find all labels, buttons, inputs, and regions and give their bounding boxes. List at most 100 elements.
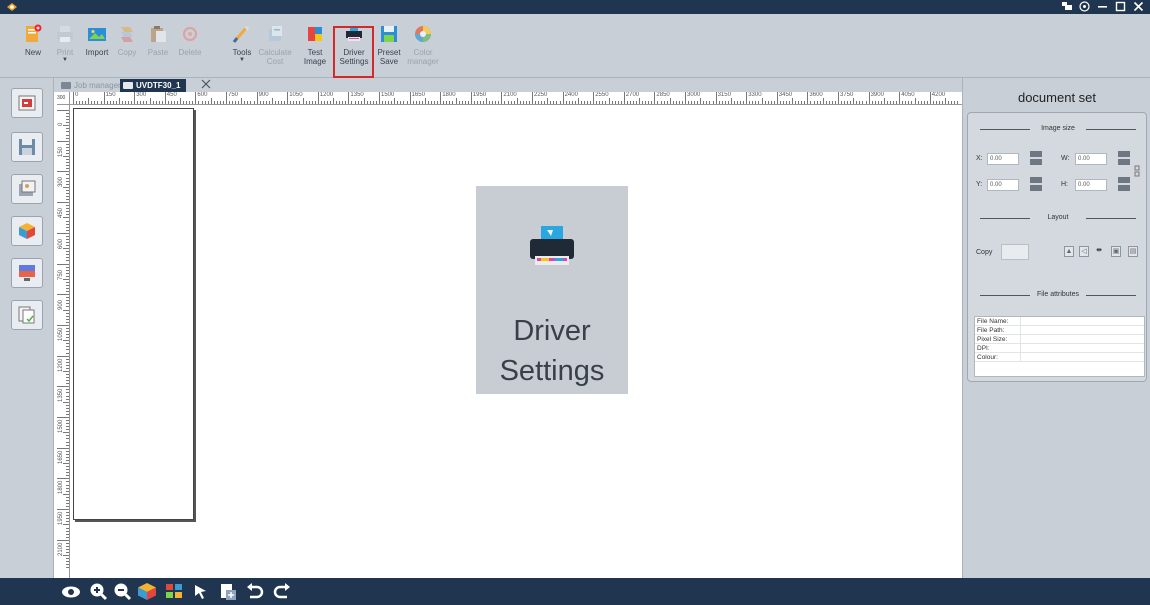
ruler-tick xyxy=(434,101,436,104)
grid-layout-icon[interactable] xyxy=(164,582,184,601)
ruler-tick xyxy=(66,128,69,130)
ruler-tick xyxy=(66,189,69,191)
copy-button[interactable]: Copy xyxy=(110,18,144,57)
ruler-tick xyxy=(63,156,69,158)
ruler-tick xyxy=(232,101,234,104)
zoom-in-icon[interactable] xyxy=(88,582,108,601)
y-stepper-icon[interactable] xyxy=(1030,177,1042,191)
h-stepper-icon[interactable] xyxy=(1118,177,1130,191)
ruler-tick xyxy=(66,229,69,231)
ruler-tick xyxy=(66,499,69,501)
calculate-cost-button[interactable]: Calculate Cost xyxy=(258,18,292,66)
import-picture-button[interactable] xyxy=(11,174,43,204)
save-button[interactable] xyxy=(11,132,43,162)
aspect-lock-icon[interactable] xyxy=(1134,165,1140,179)
ruler-tick xyxy=(66,512,69,514)
ruler-tick xyxy=(57,110,69,111)
x-input[interactable]: 0.00 xyxy=(987,153,1019,165)
paste-button[interactable]: Paste xyxy=(141,18,175,57)
preview-eye-icon[interactable] xyxy=(61,582,81,601)
ruler-tick xyxy=(822,98,824,104)
color-cube-button[interactable] xyxy=(11,216,43,246)
redo-icon[interactable] xyxy=(272,582,292,601)
ruler-tick xyxy=(66,413,69,415)
help-icon[interactable] xyxy=(1079,1,1090,15)
ruler-tick xyxy=(134,92,136,104)
x-stepper-icon[interactable] xyxy=(1030,151,1042,165)
ruler-tick xyxy=(66,220,69,222)
ruler-tick xyxy=(66,383,69,385)
import-button[interactable]: Import xyxy=(80,18,114,57)
undo-icon[interactable] xyxy=(245,582,265,601)
ruler-tick xyxy=(173,101,175,104)
ruler-tick xyxy=(66,168,69,170)
maximize-icon[interactable] xyxy=(1115,1,1126,15)
ruler-tick xyxy=(66,407,69,409)
document-settings-panel: document set Image size X: 0.00 W: 0.00 … xyxy=(962,78,1150,578)
left-tool-panel xyxy=(0,78,54,578)
color-cube-icon[interactable] xyxy=(137,582,157,601)
ruler-tick xyxy=(314,101,316,104)
ruler-tick xyxy=(66,195,69,197)
ruler-tick xyxy=(66,288,69,290)
distribute-horizontal-icon[interactable]: ⇼ xyxy=(1094,246,1104,257)
ruler-tick xyxy=(192,101,194,104)
layout-icon[interactable] xyxy=(1062,1,1072,15)
ruler-tick xyxy=(57,294,69,296)
ruler-tick xyxy=(773,101,775,104)
pages-button[interactable] xyxy=(11,300,43,330)
document-stack-icon xyxy=(18,306,36,324)
close-icon[interactable] xyxy=(1133,1,1144,15)
color-manager-button[interactable]: Color manager xyxy=(406,18,440,66)
ruler-tick xyxy=(290,101,292,104)
ruler-tick xyxy=(100,101,102,104)
w-stepper-icon[interactable] xyxy=(1118,151,1130,165)
ruler-tick xyxy=(614,101,616,104)
copy-count-input[interactable] xyxy=(1001,244,1029,260)
job-list-button[interactable] xyxy=(11,88,43,118)
print-button[interactable]: Print ▼ xyxy=(48,18,82,63)
ruler-tick xyxy=(804,101,806,104)
ruler-tick xyxy=(63,186,69,188)
ruler-label: 4200 xyxy=(931,92,946,98)
tab-uvdtf30-1[interactable]: UVDTF30_1 xyxy=(120,79,187,92)
monitor-button[interactable] xyxy=(11,258,43,288)
ruler-tick xyxy=(63,340,69,342)
new-button[interactable]: New xyxy=(16,18,50,57)
panel-title: document set xyxy=(1017,90,1097,105)
ruler-tick xyxy=(204,101,206,104)
align-right-icon[interactable]: ▤ xyxy=(1128,246,1138,257)
document-tab-icon xyxy=(123,82,133,89)
ruler-tick xyxy=(538,101,540,104)
tools-button[interactable]: Tools ▼ xyxy=(225,18,259,63)
ruler-tick xyxy=(66,116,69,118)
add-page-icon[interactable] xyxy=(218,582,238,601)
ruler-tick xyxy=(66,426,69,428)
test-image-button[interactable]: Test Image xyxy=(298,18,332,66)
minimize-icon[interactable] xyxy=(1097,1,1108,15)
ruler-tick xyxy=(379,92,380,104)
select-arrow-icon[interactable] xyxy=(191,582,211,601)
delete-button[interactable]: Delete xyxy=(173,18,207,57)
h-input[interactable]: 0.00 xyxy=(1075,179,1107,191)
align-center-icon[interactable]: ▣ xyxy=(1111,246,1121,257)
w-input[interactable]: 0.00 xyxy=(1075,153,1107,165)
tab-job-manager[interactable]: Job manager xyxy=(58,79,125,92)
ruler-tick xyxy=(743,101,745,104)
copy-label: Copy xyxy=(976,249,993,256)
y-input[interactable]: 0.00 xyxy=(987,179,1019,191)
ruler-tick xyxy=(66,327,69,329)
ruler-tick xyxy=(354,101,356,104)
ruler-tick xyxy=(109,101,111,104)
align-left-icon[interactable]: ◁ xyxy=(1079,246,1089,257)
print-page[interactable] xyxy=(73,108,194,520)
preset-save-button[interactable]: Preset Save xyxy=(372,18,406,66)
zoom-out-icon[interactable] xyxy=(112,582,132,601)
ruler-tick xyxy=(121,101,123,104)
close-tab-icon[interactable] xyxy=(200,78,212,93)
ruler-tick xyxy=(66,180,69,182)
align-person-icon[interactable]: ▲ xyxy=(1064,246,1074,257)
ruler-tick xyxy=(651,101,653,104)
ruler-tick xyxy=(568,101,570,104)
ruler-tick xyxy=(229,101,231,104)
